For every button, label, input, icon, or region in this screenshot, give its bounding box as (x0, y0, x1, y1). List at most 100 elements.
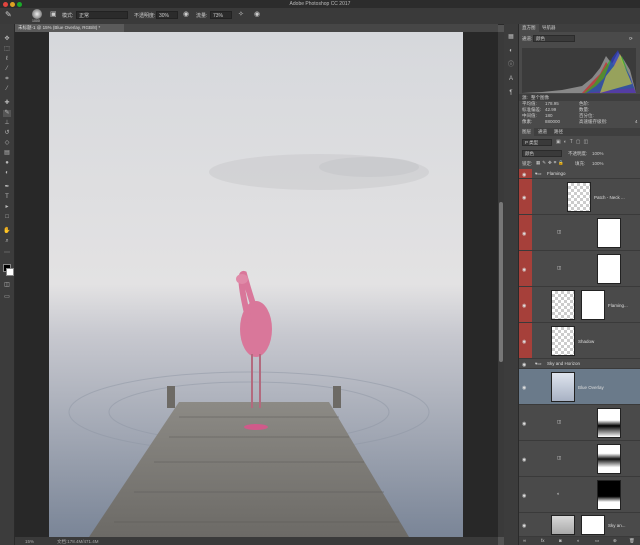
gradient-icon[interactable]: ▤ (3, 150, 11, 157)
zoom-level[interactable]: 15% (25, 539, 34, 544)
document-canvas[interactable] (49, 32, 463, 537)
history-panel-icon[interactable]: ▦ (507, 34, 515, 41)
layer-mask-thumbnail (597, 218, 621, 248)
rectangle-icon[interactable]: □ (3, 214, 11, 221)
tab-navigator[interactable]: 导航器 (539, 24, 559, 32)
dodge-icon[interactable]: ◐ (3, 170, 11, 177)
more-tools-icon[interactable]: ⋯ (3, 250, 11, 257)
crop-icon[interactable]: ⌗ (3, 76, 11, 83)
adjustments-panel-icon[interactable]: ◐ (507, 48, 515, 55)
visibility-eye-icon[interactable]: ◉ (522, 267, 526, 273)
layer-name: Flaming... (608, 303, 628, 308)
layer-opacity-input[interactable]: 100% (592, 151, 604, 156)
fx-icon[interactable]: fx (541, 538, 545, 543)
eyedropper-icon[interactable]: ⁄ (3, 86, 11, 93)
channel-select[interactable]: 颜色 (533, 35, 575, 42)
tab-channels[interactable]: 通道 (535, 128, 550, 136)
brush-panel-icon[interactable]: ▣ (50, 10, 57, 18)
document-tab[interactable]: 未标题-1 @ 15% (Blue Overlay, RGB/8) * (14, 24, 124, 32)
type-icon[interactable]: T (3, 194, 11, 201)
brush-icon[interactable]: ✎ (3, 110, 11, 117)
mode-select[interactable]: 正常 (76, 11, 128, 19)
character-panel-icon[interactable]: A (507, 76, 515, 83)
pressure-opacity-icon[interactable]: ◉ (183, 10, 189, 18)
visibility-eye-icon[interactable]: ◉ (522, 195, 526, 201)
pen-icon[interactable]: ✒ (3, 184, 11, 191)
brush-tool-preset-icon[interactable]: ✎ (5, 10, 12, 19)
layer-row-adjustment-2[interactable]: ◉ ◫ (519, 251, 640, 287)
layer-filter-icons[interactable]: ▣◐T▢◫ (556, 139, 591, 145)
lock-icons[interactable]: ▦✎✥⌗🔒 (536, 160, 566, 166)
visibility-eye-icon[interactable]: ◉ (522, 523, 526, 529)
flow-input[interactable]: 73% (210, 11, 232, 19)
healing-icon[interactable]: ✚ (3, 100, 11, 107)
stat-mean-value: 178.95 (545, 101, 559, 106)
layer-row-adjustment-1[interactable]: ◉ ◫ (519, 215, 640, 251)
visibility-eye-icon[interactable]: ◉ (522, 385, 526, 391)
layer-row-blue-overlay[interactable]: ◉ Blue Overlay (519, 369, 640, 405)
layer-row-flamingo-group[interactable]: ◉ ▾▭ Flamingo (519, 169, 640, 179)
path-select-icon[interactable]: ▸ (3, 204, 11, 211)
clone-stamp-icon[interactable]: ⊥ (3, 120, 11, 127)
tab-paths[interactable]: 路径 (551, 128, 566, 136)
fill-input[interactable]: 100% (592, 161, 604, 166)
adjustment-icon: ◫ (557, 419, 562, 424)
layer-mask-thumbnail (597, 444, 621, 474)
move-icon[interactable]: ✥ (3, 36, 11, 43)
new-group-icon[interactable]: ▭ (595, 538, 599, 544)
opacity-input[interactable]: 30% (156, 11, 178, 19)
stat-cache-value: 4 (635, 119, 638, 124)
visibility-eye-icon[interactable]: ◉ (522, 362, 526, 368)
layer-mask-thumbnail (581, 515, 605, 535)
layer-name: Sky an... (608, 523, 626, 528)
visibility-eye-icon[interactable]: ◉ (522, 339, 526, 345)
link-layers-icon[interactable]: ∞ (523, 538, 526, 543)
background-color-swatch[interactable] (6, 268, 14, 276)
tab-layers[interactable]: 图层 (519, 128, 534, 136)
properties-panel-icon[interactable]: ⓘ (507, 62, 515, 69)
brush-size-preview-icon[interactable] (32, 9, 42, 19)
layer-row-flamingo[interactable]: ◉ Flaming... (519, 287, 640, 323)
adjustment-icon: ◫ (557, 265, 562, 270)
scroll-thumb[interactable] (499, 202, 503, 362)
airbrush-icon[interactable]: ✧ (238, 10, 244, 18)
layer-row-adjustment-5[interactable]: ◉ ◐ (519, 477, 640, 513)
add-mask-icon[interactable]: ◙ (559, 538, 562, 543)
layer-row-adjustment-3[interactable]: ◉ ◫ (519, 405, 640, 441)
history-brush-icon[interactable]: ↺ (3, 130, 11, 137)
pressure-size-icon[interactable]: ◉ (254, 10, 260, 18)
visibility-eye-icon[interactable]: ◉ (522, 493, 526, 499)
layer-row-sky-horizon[interactable]: ◉ Sky an... (519, 513, 640, 537)
visibility-eye-icon[interactable]: ◉ (522, 457, 526, 463)
layer-row-shadow[interactable]: ◉ Shadow (519, 323, 640, 359)
refresh-icon[interactable]: ⟳ (629, 36, 633, 42)
screen-mode-icon[interactable]: ▭ (3, 294, 11, 301)
blend-mode-select[interactable]: 颜色 (522, 150, 562, 157)
hand-icon[interactable]: ✋ (3, 228, 11, 235)
histogram-panel-tabs: 直方图 导航器 (519, 24, 640, 32)
adjustment-icon: ◫ (557, 229, 562, 234)
eraser-icon[interactable]: ◇ (3, 140, 11, 147)
quick-mask-icon[interactable]: ◫ (3, 282, 11, 289)
layer-row-sky-horizon-group[interactable]: ◉ ▾▭ Sky and Horizon (519, 359, 640, 369)
new-layer-icon[interactable]: ⊕ (613, 538, 617, 544)
mode-label: 模式: (62, 13, 74, 19)
visibility-eye-icon[interactable]: ◉ (522, 421, 526, 427)
stat-pixels-value: 880000 (545, 119, 561, 124)
marquee-icon[interactable]: ⬚ (3, 46, 11, 53)
lasso-icon[interactable]: ℓ (3, 56, 11, 63)
layer-row-patch-neck[interactable]: ◉ Patch - Neck ... (519, 179, 640, 215)
blur-icon[interactable]: ● (3, 160, 11, 167)
layer-filter-select[interactable]: P 类型 (522, 139, 552, 146)
delete-layer-icon[interactable]: 🗑 (629, 538, 635, 544)
visibility-eye-icon[interactable]: ◉ (522, 231, 526, 237)
quick-select-icon[interactable]: ⁄ (3, 66, 11, 73)
new-adjustment-icon[interactable]: ◐ (577, 538, 580, 543)
histogram-stats: 平均值: 178.95 标准偏差: 42.99 中间值: 180 像素: 880… (519, 101, 640, 127)
visibility-eye-icon[interactable]: ◉ (522, 303, 526, 309)
paragraph-panel-icon[interactable]: ¶ (507, 90, 515, 97)
visibility-eye-icon[interactable]: ◉ (522, 172, 526, 178)
zoom-icon[interactable]: ⌕ (3, 238, 11, 245)
layer-row-adjustment-4[interactable]: ◉ ◫ (519, 441, 640, 477)
tab-histogram[interactable]: 直方图 (519, 24, 539, 32)
